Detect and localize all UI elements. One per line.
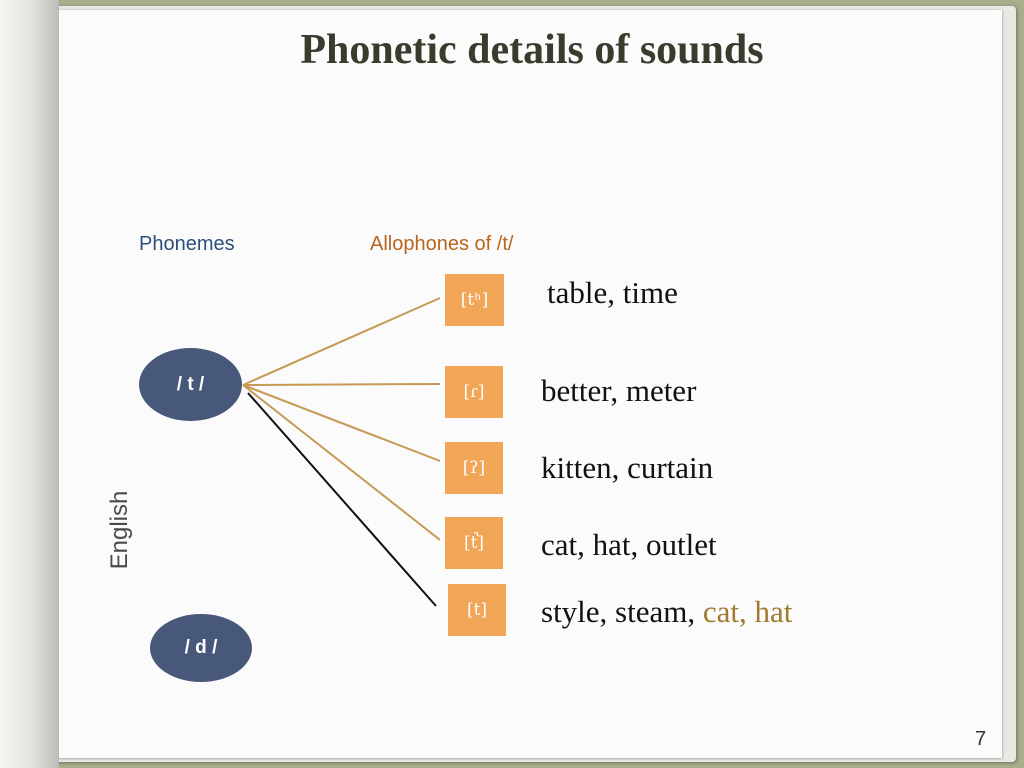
examples-aspirated: table, time	[547, 275, 678, 310]
phoneme-t: / t /	[139, 348, 242, 421]
allophone-unreleased: [t̚]	[445, 517, 503, 569]
connector-line-aspirated	[242, 297, 441, 386]
examples-flap: better, meter	[541, 373, 697, 408]
examples-glottal-stop: kitten, curtain	[541, 450, 714, 485]
allophone-aspirated: [tʰ]	[445, 274, 504, 326]
examples-unreleased: cat, hat, outlet	[541, 527, 717, 562]
language-label: English	[106, 490, 133, 570]
phoneme-d: / d /	[150, 614, 252, 682]
allophone-glottal-stop: [ʔ]	[445, 442, 503, 494]
page-number: 7	[975, 728, 987, 750]
allophone-flap: [ɾ]	[445, 366, 503, 418]
connector-line-unreleased	[242, 384, 441, 541]
connector-line-flap	[242, 383, 441, 386]
examples-plain-highlighted: cat, hat	[702, 594, 793, 629]
connector-line-plain	[247, 392, 437, 607]
slide-frame: Phonetic details of sounds Phonemes Allo…	[0, 0, 1024, 768]
examples-plain: style, steam, cat, hat	[541, 594, 792, 630]
allophone-plain: [t]	[448, 584, 506, 636]
examples-plain-text: style, steam,	[541, 594, 703, 629]
connector-line-glottal	[242, 384, 441, 462]
